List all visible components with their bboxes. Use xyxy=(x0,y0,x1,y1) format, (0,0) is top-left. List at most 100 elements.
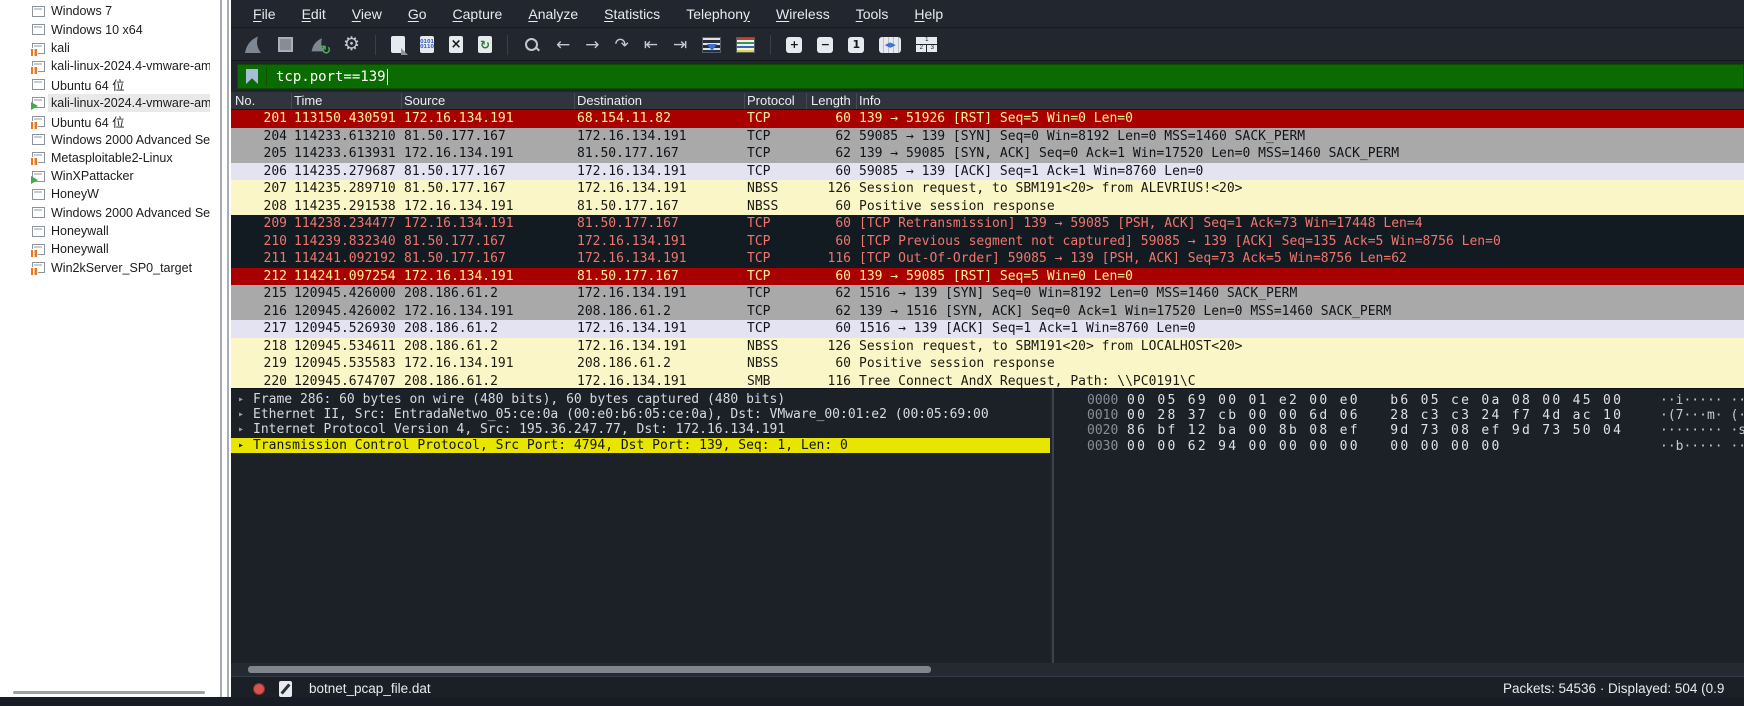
vm-list-item[interactable]: Ubuntu 64 位 xyxy=(0,75,210,93)
packet-row[interactable]: 215 120945.426000 208.186.61.2 172.16.13… xyxy=(231,285,1744,303)
vm-list-item[interactable]: HoneyW xyxy=(0,185,210,203)
close-file-icon[interactable]: × xyxy=(449,36,464,53)
menu-item[interactable]: Statistics xyxy=(598,6,666,22)
sidebar-horizontal-scrollbar[interactable] xyxy=(13,691,205,694)
menu-item[interactable]: Edit xyxy=(296,6,332,22)
packet-row[interactable]: 207 114235.289710 81.50.177.167 172.16.1… xyxy=(231,180,1744,198)
find-packet-icon[interactable] xyxy=(523,36,541,54)
hex-row[interactable]: 0030 00 00 62 94 00 00 00 00 00 00 00 00… xyxy=(1054,439,1744,454)
detail-line[interactable]: ▸ Internet Protocol Version 4, Src: 195.3… xyxy=(231,422,1050,437)
packet-list-header[interactable]: No. Time Source Destination Protocol Len… xyxy=(231,92,1744,110)
column-header-destination[interactable]: Destination xyxy=(577,92,642,110)
packet-row[interactable]: 210 114239.832340 81.50.177.167 172.16.1… xyxy=(231,232,1744,250)
packet-row[interactable]: 220 120945.674707 208.186.61.2 172.16.13… xyxy=(231,372,1744,388)
capture-options-icon[interactable]: ⚙ xyxy=(343,33,360,56)
start-capture-icon[interactable] xyxy=(243,35,263,55)
menu-item[interactable]: Tools xyxy=(850,6,895,22)
zoom-out-icon[interactable]: − xyxy=(817,36,834,53)
packet-row[interactable]: 201 113150.430591 172.16.134.191 68.154.… xyxy=(231,110,1744,128)
column-divider[interactable] xyxy=(291,93,292,109)
column-divider[interactable] xyxy=(401,93,402,109)
display-filter-bar[interactable]: tcp.port==139 xyxy=(237,64,1744,89)
save-file-icon[interactable]: 0101 0110 xyxy=(420,36,435,53)
packet-row[interactable]: 211 114241.092192 81.50.177.167 172.16.1… xyxy=(231,250,1744,268)
vm-list-item[interactable]: WinXPattacker xyxy=(0,167,210,185)
menu-item[interactable]: Analyze xyxy=(522,6,584,22)
zoom-normal-icon[interactable]: 1 xyxy=(848,36,865,53)
menu-item[interactable]: Go xyxy=(402,6,433,22)
open-file-icon[interactable] xyxy=(391,36,409,55)
hex-row[interactable]: 0020 86 bf 12 ba 00 8b 08 ef 9d 73 08 ef… xyxy=(1054,423,1744,438)
restart-capture-icon[interactable]: ↻ xyxy=(308,35,331,57)
menu-item[interactable]: Wireless xyxy=(770,6,836,22)
vm-list-item[interactable]: Metasploitable2-Linux xyxy=(0,149,210,167)
menu-item[interactable]: Help xyxy=(908,6,949,22)
resize-columns-icon[interactable]: ◂▸ xyxy=(879,36,902,53)
stop-capture-icon[interactable] xyxy=(278,37,293,52)
hex-row[interactable]: 0010 00 28 37 cb 00 00 6d 06 28 c3 c3 24… xyxy=(1054,408,1744,423)
expand-arrow-icon[interactable]: ▸ xyxy=(238,438,244,453)
packet-row[interactable]: 212 114241.097254 172.16.134.191 81.50.1… xyxy=(231,267,1744,285)
go-last-packet-icon[interactable]: ⇥ xyxy=(673,35,687,55)
expand-arrow-icon[interactable]: ▸ xyxy=(238,407,244,422)
column-header-info[interactable]: Info xyxy=(859,92,881,110)
filter-bookmark-icon[interactable] xyxy=(246,69,258,84)
packet-row[interactable]: 218 120945.534611 208.186.61.2 172.16.13… xyxy=(231,337,1744,355)
menu-item[interactable]: View xyxy=(346,6,388,22)
detail-line[interactable]: ▸ Frame 286: 60 bytes on wire (480 bits),… xyxy=(231,392,1050,407)
menu-item[interactable]: Capture xyxy=(447,6,509,22)
packet-row[interactable]: 205 114233.613931 172.16.134.191 81.50.1… xyxy=(231,145,1744,163)
vm-list-item[interactable]: Win2kServer_SP0_target xyxy=(0,258,210,276)
go-back-icon[interactable]: ← xyxy=(556,35,570,55)
packet-row[interactable]: 204 114233.613210 81.50.177.167 172.16.1… xyxy=(231,127,1744,145)
go-to-packet-icon[interactable]: ↷ xyxy=(615,35,629,55)
vm-list-item[interactable]: Windows 10 x64 xyxy=(0,21,210,39)
hex-offset: 0030 xyxy=(1087,438,1119,454)
capture-comment-icon[interactable] xyxy=(279,681,292,697)
reload-file-icon[interactable]: ↻ xyxy=(478,36,493,53)
detail-horizontal-scrollbar[interactable] xyxy=(231,663,1744,676)
go-first-packet-icon[interactable]: ⇤ xyxy=(644,35,658,55)
vm-list-item[interactable]: kali-linux-2024.4-vmware-amd xyxy=(0,93,210,113)
vm-list-item[interactable]: Ubuntu 64 位 xyxy=(0,112,210,130)
packet-row[interactable]: 216 120945.426002 172.16.134.191 208.186… xyxy=(231,302,1744,320)
packet-row[interactable]: 217 120945.526930 208.186.61.2 172.16.13… xyxy=(231,320,1744,338)
expand-arrow-icon[interactable]: ▸ xyxy=(238,422,244,437)
column-divider[interactable] xyxy=(574,93,575,109)
detail-line[interactable]: ▸ Transmission Control Protocol, Src Port… xyxy=(231,437,1050,453)
detail-line[interactable]: ▸ Ethernet II, Src: EntradaNetwo_05:ce:0a… xyxy=(231,407,1050,422)
menu-label-post: ools xyxy=(862,5,889,22)
display-filter-input[interactable]: tcp.port==139 xyxy=(276,69,386,85)
column-header-length[interactable]: Length xyxy=(811,92,851,110)
scrollbar-thumb[interactable] xyxy=(248,666,931,673)
vm-list-item[interactable]: Windows 2000 Advanced Serv xyxy=(0,130,210,148)
column-divider[interactable] xyxy=(744,93,745,109)
go-forward-icon[interactable]: → xyxy=(585,35,599,55)
vm-list-item[interactable]: kali-linux-2024.4-vmware-amd xyxy=(0,57,210,75)
packet-row[interactable]: 219 120945.535583 172.16.134.191 208.186… xyxy=(231,355,1744,373)
expert-info-dot-icon[interactable] xyxy=(253,683,265,695)
vm-list-item[interactable]: Honeywall xyxy=(0,222,210,240)
packet-row[interactable]: 209 114238.234477 172.16.134.191 81.50.1… xyxy=(231,215,1744,233)
menu-item[interactable]: File xyxy=(247,6,282,22)
layout-panes-icon[interactable]: 1 2 3 xyxy=(916,37,938,52)
zoom-in-icon[interactable]: + xyxy=(786,36,803,53)
column-header-protocol[interactable]: Protocol xyxy=(747,92,795,110)
column-header-time[interactable]: Time xyxy=(294,92,322,110)
vm-list-item[interactable]: kali xyxy=(0,39,210,57)
menu-item[interactable]: Telephony xyxy=(680,6,756,22)
colorize-packets-icon[interactable] xyxy=(736,36,756,53)
packet-row[interactable]: 206 114235.279687 81.50.177.167 172.16.1… xyxy=(231,162,1744,180)
auto-scroll-icon[interactable] xyxy=(702,36,722,53)
packet-row[interactable]: 208 114235.291538 172.16.134.191 81.50.1… xyxy=(231,197,1744,215)
vm-list-item[interactable]: Windows 2000 Advanced Serv xyxy=(0,204,210,222)
column-divider[interactable] xyxy=(806,93,807,109)
vm-list-item[interactable]: Windows 7 xyxy=(0,2,210,20)
column-header-no[interactable]: No. xyxy=(235,92,255,110)
hex-row[interactable]: 0000 00 05 69 00 01 e2 00 e0 b6 05 ce 0a… xyxy=(1054,393,1744,408)
column-divider[interactable] xyxy=(856,93,857,109)
expand-arrow-icon[interactable]: ▸ xyxy=(238,392,244,407)
sidebar-window-divider[interactable] xyxy=(210,0,231,697)
column-header-source[interactable]: Source xyxy=(404,92,445,110)
vm-list-item[interactable]: Honeywall xyxy=(0,240,210,258)
